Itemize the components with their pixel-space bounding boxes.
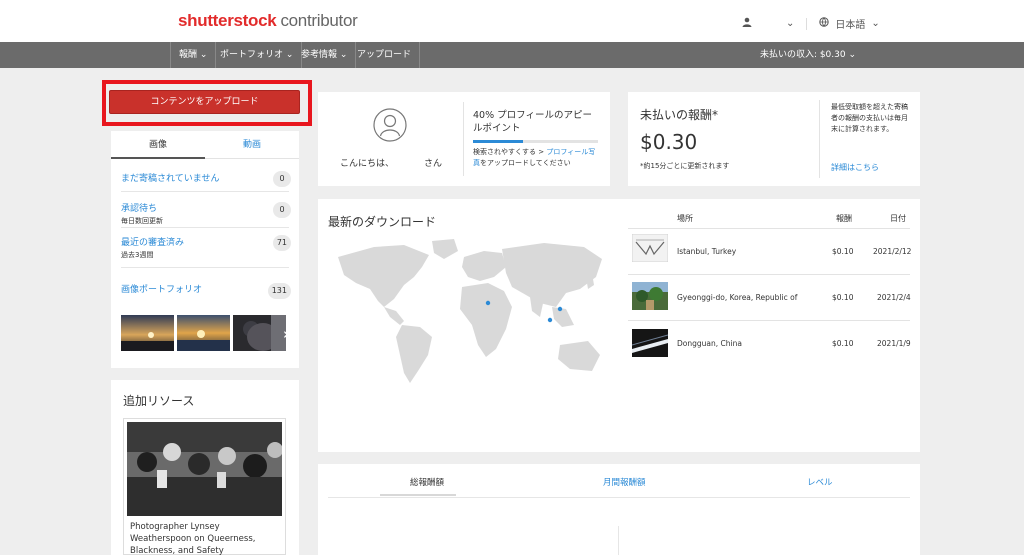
portfolio-thumb-portrait[interactable]: [233, 315, 286, 351]
greeting-suffix: さん: [424, 159, 443, 169]
map-dot-gyeonggi: [557, 306, 563, 312]
nav-earnings[interactable]: 報酬 ⌄: [170, 42, 217, 68]
portfolio-thumb-sunset-1[interactable]: [121, 315, 174, 351]
portfolio-thumb-sunset-2[interactable]: [177, 315, 230, 351]
avatar-icon[interactable]: [373, 108, 407, 142]
logo-brand: shutterstock: [178, 11, 277, 30]
media-tabs: 画像 動画: [111, 131, 299, 159]
tab-level[interactable]: レベル: [807, 476, 833, 488]
stat-pending[interactable]: 承認待ち 毎日数回更新 0: [121, 201, 291, 226]
tab-total-earnings[interactable]: 総報酬額: [410, 476, 444, 488]
tab-images[interactable]: 画像: [111, 131, 205, 159]
stat-count: 131: [267, 283, 291, 299]
user-icon[interactable]: [742, 17, 752, 30]
user-menu-caret[interactable]: ⌄: [786, 18, 794, 29]
resources-title: 追加リソース: [123, 394, 195, 408]
earnings-details-link[interactable]: 詳細はこちら: [831, 162, 879, 173]
download-thumb-gyeonggi[interactable]: [632, 282, 668, 310]
recent-downloads-card: 最新のダウンロード 場所 報酬 日付 Istanbul, Turkey $0.1…: [318, 199, 920, 452]
map-dot-istanbul: [485, 300, 491, 306]
profile-progress-fill: [473, 140, 523, 143]
main-nav: 報酬 ⌄ ポートフォリオ ⌄ 参考情報 ⌄ アップロード 未払いの収入: $0.…: [0, 42, 1024, 68]
row-date: 2021/2/4: [877, 293, 911, 302]
active-tab-indicator: [380, 494, 456, 496]
stat-label[interactable]: 最近の審査済み: [121, 235, 291, 248]
stat-image-portfolio[interactable]: 画像ポートフォリオ 131: [121, 282, 291, 299]
divider: [121, 191, 289, 192]
header-location: 場所: [677, 214, 693, 223]
row-reward: $0.10: [832, 339, 854, 348]
header-reward: 報酬: [836, 214, 852, 223]
divider: [618, 526, 619, 555]
stat-sub: 毎日数回更新: [121, 217, 163, 225]
language-caret[interactable]: ⌄: [871, 18, 879, 29]
logo-sub: contributor: [280, 11, 358, 30]
appeal-desc-suffix: をアップロードしてください: [480, 159, 571, 167]
nav-portfolio[interactable]: ポートフォリオ ⌄: [212, 42, 303, 68]
row-location: Gyeonggi-do, Korea, Republic of: [677, 293, 798, 302]
earnings-amount: $0.30: [640, 130, 698, 154]
stat-label[interactable]: 承認待ち: [121, 201, 291, 214]
unpaid-earnings-card: 未払いの報酬* $0.30 *約15分ごとに更新されます 最低受取額を超えた寄稿…: [628, 92, 920, 186]
stat-count: 71: [272, 235, 291, 251]
unpaid-earnings-menu[interactable]: 未払いの収入: $0.30 ⌄: [760, 42, 856, 68]
nav-upload[interactable]: アップロード: [349, 42, 421, 68]
row-location: Istanbul, Turkey: [677, 247, 737, 256]
stat-label[interactable]: まだ寄稿されていません: [121, 171, 291, 184]
row-location: Dongguan, China: [677, 339, 742, 348]
tab-monthly-earnings[interactable]: 月間報酬額: [603, 476, 646, 488]
article-title[interactable]: Photographer Lynsey Weatherspoon on Quee…: [130, 521, 282, 555]
nav-resources[interactable]: 参考情報 ⌄: [293, 42, 357, 68]
header-date: 日付: [890, 214, 906, 223]
row-date: 2021/1/9: [877, 339, 911, 348]
row-date: 2021/2/12: [873, 247, 912, 256]
stat-not-submitted[interactable]: まだ寄稿されていません 0: [121, 171, 291, 187]
earnings-min-note: 最低受取額を超えた寄稿者の報酬の支払いは毎月末に計算されます。: [831, 103, 908, 133]
top-header: shutterstock contributor ⌄ 日本語 ⌄: [0, 0, 1024, 42]
divider: [121, 227, 289, 228]
stat-count: 0: [273, 202, 291, 218]
profile-appeal-title: 40% プロフィールのアピールポイント: [473, 110, 592, 134]
header-divider: [806, 17, 808, 30]
earnings-label: 未払いの報酬*: [640, 108, 719, 122]
divider: [463, 102, 464, 176]
chevron-right-icon[interactable]: ›: [283, 325, 289, 343]
greeting: こんにちは、: [340, 159, 395, 169]
user-area: ⌄ 日本語 ⌄: [742, 16, 880, 31]
table-row-line: [628, 274, 910, 275]
downloads-title: 最新のダウンロード: [328, 215, 437, 229]
profile-card: こんにちは、 さん 40% プロフィールのアピールポイント 検索されやすくする …: [318, 92, 610, 186]
shutterstock-logo[interactable]: shutterstock contributor: [178, 11, 358, 31]
profile-progress-bar: [473, 140, 598, 143]
world-map: [338, 239, 602, 383]
table-header-line: [628, 228, 910, 229]
portfolio-thumbnails: ›: [121, 315, 291, 351]
row-reward: $0.10: [832, 293, 854, 302]
tab-videos[interactable]: 動画: [205, 131, 299, 159]
stat-label[interactable]: 画像ポートフォリオ: [121, 282, 291, 295]
profile-appeal-desc: 検索されやすくする > プロフィール写真をアップロードしてください: [473, 147, 598, 169]
upload-content-button[interactable]: コンテンツをアップロード: [109, 90, 300, 114]
divider: [819, 100, 820, 178]
stat-recently-reviewed[interactable]: 最近の審査済み 過去3週間 71: [121, 235, 291, 260]
map-dot-dongguan: [547, 317, 553, 323]
globe-icon[interactable]: [819, 17, 830, 30]
tab-baseline: [328, 497, 910, 498]
divider: [121, 267, 289, 268]
stat-sub: 過去3週間: [121, 251, 154, 259]
row-reward: $0.10: [832, 247, 854, 256]
article-photo: [127, 422, 282, 516]
download-thumb-dongguan[interactable]: [632, 329, 668, 357]
resource-article[interactable]: Photographer Lynsey Weatherspoon on Quee…: [123, 418, 286, 555]
appeal-desc-prefix: 検索されやすくする >: [473, 148, 547, 156]
language-selector[interactable]: 日本語: [835, 16, 865, 31]
stat-count: 0: [273, 171, 291, 187]
earnings-summary-card: 総報酬額 月間報酬額 レベル: [318, 464, 920, 555]
table-row-line: [628, 320, 910, 321]
earnings-note: *約15分ごとに更新されます: [640, 162, 730, 170]
download-thumb-istanbul[interactable]: [632, 234, 668, 262]
portfolio-stats-card: 画像 動画 まだ寄稿されていません 0 承認待ち 毎日数回更新 0 最近の審査済…: [111, 131, 299, 368]
